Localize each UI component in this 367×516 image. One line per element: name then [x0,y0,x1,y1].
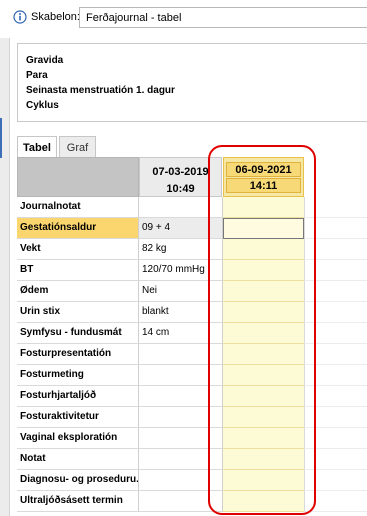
table-row: Diagnosu- og proseduru... [17,470,367,491]
cell-column-2[interactable] [223,260,304,281]
row-label[interactable]: Fosturpresentatión [17,344,139,365]
table-row: Fosturpresentatión [17,344,367,365]
table-row: Journalnotat [17,197,367,218]
template-bar: Skabelon: Ferðajournal - tabel [0,0,367,38]
empty-cell [304,407,367,428]
row-label[interactable]: Symfysu - fundusmát [17,323,139,344]
column-header-2-selected[interactable]: 06-09-2021 14:11 [223,157,304,197]
empty-cell [304,386,367,407]
empty-cell [304,239,367,260]
window: Skabelon: Ferðajournal - tabel Gravida P… [0,0,367,516]
info-circle-icon[interactable] [13,10,27,24]
row-label[interactable]: Ultraljóðsásett termin [17,491,139,512]
cell-column-1[interactable] [139,344,223,365]
empty-cell [304,491,367,512]
empty-cell [304,365,367,386]
empty-cell [304,197,367,218]
empty-cell [304,281,367,302]
table-row: Fosturhjartaljóð [17,386,367,407]
table-row: Symfysu - fundusmát 14 cm [17,323,367,344]
empty-cell [304,428,367,449]
cell-column-2[interactable] [223,323,304,344]
cell-column-1[interactable]: 09 + 4 [139,218,223,239]
cell-column-1[interactable] [139,365,223,386]
template-select[interactable]: Ferðajournal - tabel [79,7,367,28]
summary-cycle: Cyklus [26,100,59,111]
row-label[interactable]: Journalnotat [17,197,139,218]
cell-column-1[interactable] [139,470,223,491]
cell-column-2[interactable] [223,407,304,428]
summary-gravida: Gravida [26,55,64,66]
empty-cell [304,344,367,365]
row-label[interactable]: Fosturaktivitetur [17,407,139,428]
table-row: Vekt 82 kg [17,239,367,260]
tab-tabel[interactable]: Tabel [17,136,57,158]
table-row: Ultraljóðsásett termin [17,491,367,512]
empty-cell [304,218,367,239]
cell-column-2[interactable] [223,365,304,386]
cell-column-1[interactable] [139,428,223,449]
left-panel-edge [0,38,10,516]
empty-cell [304,449,367,470]
empty-cell [304,302,367,323]
row-label[interactable]: Diagnosu- og proseduru... [17,470,139,491]
table-row: Fosturmeting [17,365,367,386]
row-label[interactable]: Gestatiónsaldur [17,218,139,239]
row-label[interactable]: Vekt [17,239,139,260]
column-date: 07-03-2019 [152,166,209,178]
table-row: Vaginal eksploratión [17,428,367,449]
empty-cell [304,260,367,281]
column-date: 06-09-2021 [226,162,301,177]
cell-column-1[interactable] [139,449,223,470]
row-label[interactable]: Ødem [17,281,139,302]
cell-column-1[interactable]: 82 kg [139,239,223,260]
cell-column-2[interactable] [223,428,304,449]
panel-accent [0,118,2,158]
summary-para: Para [26,70,48,81]
table-row-selected: Gestatiónsaldur 09 + 4 [17,218,367,239]
row-label[interactable]: BT [17,260,139,281]
cell-column-2-focused[interactable] [223,218,304,239]
column-header-1[interactable]: 07-03-2019 10:49 [139,157,222,197]
table-row: Notat [17,449,367,470]
cell-column-1[interactable] [139,197,223,218]
cell-column-1[interactable]: 120/70 mmHg [139,260,223,281]
empty-cell [304,470,367,491]
summary-panel: Gravida Para Seinasta menstruatión 1. da… [17,43,367,122]
row-label[interactable]: Fosturmeting [17,365,139,386]
cell-column-1[interactable] [139,407,223,428]
cell-column-2[interactable] [223,281,304,302]
table-row: Urin stix blankt [17,302,367,323]
row-label[interactable]: Notat [17,449,139,470]
row-label[interactable]: Vaginal eksploratión [17,428,139,449]
summary-last-menstruation: Seinasta menstruatión 1. dagur [26,85,175,96]
cell-column-2[interactable] [223,239,304,260]
cell-column-1[interactable]: blankt [139,302,223,323]
cell-column-2[interactable] [223,449,304,470]
cell-column-2[interactable] [223,470,304,491]
column-time: 14:11 [226,178,301,193]
row-label[interactable]: Urin stix [17,302,139,323]
cell-column-2[interactable] [223,302,304,323]
journal-table: 07-03-2019 10:49 06-09-2021 14:11 Journa… [17,157,367,516]
template-select-value: Ferðajournal - tabel [86,12,182,24]
table-row: Ødem Nei [17,281,367,302]
template-label: Skabelon: [31,11,80,23]
cell-column-2[interactable] [223,491,304,512]
table-row: Fosturaktivitetur [17,407,367,428]
table-row: BT 120/70 mmHg [17,260,367,281]
cell-column-1[interactable]: 14 cm [139,323,223,344]
row-label[interactable]: Fosturhjartaljóð [17,386,139,407]
cell-column-1[interactable] [139,386,223,407]
table-corner-header [17,157,139,197]
cell-column-1[interactable]: Nei [139,281,223,302]
tab-graf[interactable]: Graf [59,136,96,158]
cell-column-1[interactable] [139,491,223,512]
cell-column-2[interactable] [223,344,304,365]
column-time: 10:49 [166,183,195,195]
cell-column-2[interactable] [223,197,304,218]
empty-cell [304,323,367,344]
cell-column-2[interactable] [223,386,304,407]
